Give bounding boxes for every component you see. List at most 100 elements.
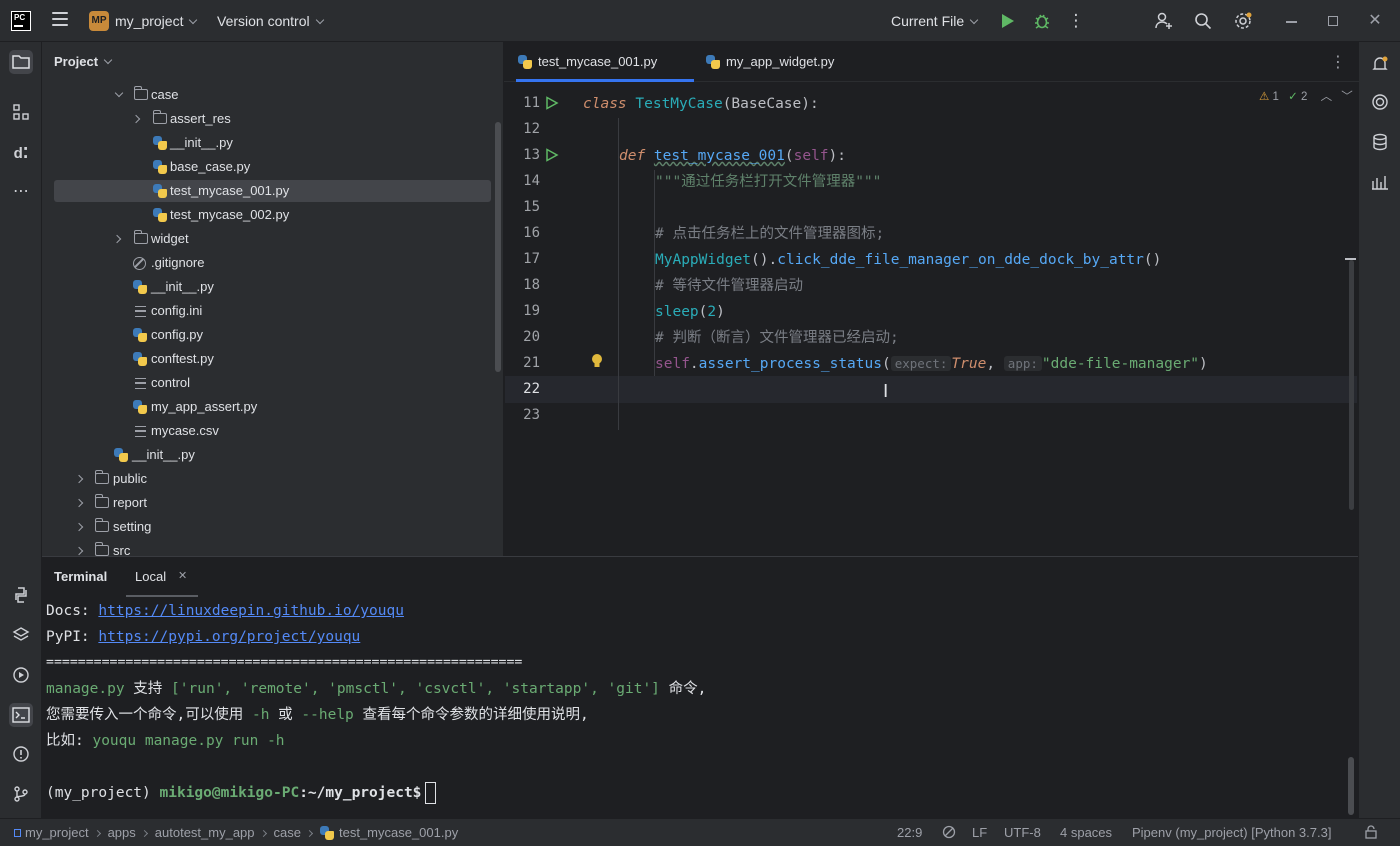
tree-item-config-py[interactable]: config.py	[132, 324, 492, 346]
code-line-14[interactable]: """通过任务栏打开文件管理器"""	[655, 169, 881, 195]
problems-icon	[13, 746, 29, 762]
main-menu-icon[interactable]	[52, 12, 68, 28]
layers-button[interactable]	[9, 623, 33, 647]
debug-button[interactable]	[1031, 10, 1053, 32]
project-tool-button[interactable]	[9, 50, 33, 74]
code-line-19[interactable]: sleep(2)	[655, 299, 725, 325]
folder-icon	[95, 518, 109, 532]
notifications-button[interactable]	[1368, 52, 1392, 76]
services-button[interactable]	[9, 663, 33, 687]
close-button[interactable]: ✕	[1364, 10, 1386, 32]
structure-tool-button[interactable]	[9, 100, 33, 124]
project-panel-title[interactable]: Project	[54, 54, 113, 69]
project-badge[interactable]: MP	[89, 11, 109, 31]
tab-local[interactable]: Local ✕	[126, 561, 198, 597]
settings-button[interactable]	[1232, 10, 1254, 32]
tab-terminal[interactable]: Terminal	[54, 569, 107, 584]
git-button[interactable]	[9, 782, 33, 806]
tree-item-test-mycase-002[interactable]: test_mycase_002.py	[151, 204, 491, 226]
project-panel: Project case assert_res __init__.py base…	[42, 42, 503, 556]
code-line-18[interactable]: # 等待文件管理器启动	[655, 273, 803, 299]
tree-item-init-py[interactable]: __init__.py	[151, 132, 491, 154]
breadcrumb-item[interactable]: apps	[108, 825, 136, 840]
close-icon[interactable]: ✕	[178, 569, 187, 582]
lightbulb-icon[interactable]	[590, 353, 604, 369]
tree-item-label: test_mycase_002.py	[170, 207, 290, 222]
tree-item-src[interactable]: src	[74, 540, 494, 556]
run-gutter-icon[interactable]	[545, 96, 559, 110]
tab-test-mycase-001[interactable]: test_mycase_001.py	[516, 42, 694, 82]
tree-item-init-py[interactable]: __init__.py	[132, 276, 492, 298]
indent-setting[interactable]: 4 spaces	[1060, 825, 1112, 840]
minimize-button[interactable]	[1280, 10, 1302, 32]
gear-icon	[1235, 12, 1252, 29]
tree-item-init-py[interactable]: __init__.py	[113, 444, 493, 466]
docs-link[interactable]: https://linuxdeepin.github.io/youqu	[98, 603, 404, 619]
maximize-button[interactable]	[1322, 10, 1344, 32]
more-actions-button[interactable]: ⋮	[1065, 10, 1087, 32]
tree-item-case[interactable]: case	[112, 84, 492, 106]
python-console-button[interactable]	[9, 583, 33, 607]
vcs-status[interactable]	[1364, 825, 1378, 842]
python-packages-button[interactable]: d⁚	[9, 142, 33, 166]
project-scrollbar[interactable]	[495, 122, 501, 372]
terminal-scrollbar[interactable]	[1348, 757, 1354, 815]
code-line-17[interactable]: MyAppWidget().click_dde_file_manager_on_…	[655, 247, 1161, 273]
code-line-21[interactable]: self.assert_process_status(expect: True, …	[655, 351, 1208, 377]
chevron-up-icon[interactable]: ︿	[1321, 91, 1333, 103]
inspection-widget[interactable]: ⚠ 1 ✓ 2 ︿ ﹀	[1259, 88, 1353, 104]
code-line-16[interactable]: # 点击任务栏上的文件管理器图标;	[655, 221, 884, 247]
tree-item-report[interactable]: report	[74, 492, 494, 514]
warning-count: 1	[1272, 91, 1279, 103]
project-switcher[interactable]: my_project	[115, 13, 198, 29]
python-file-icon	[133, 352, 147, 366]
tree-item-conftest[interactable]: conftest.py	[132, 348, 492, 370]
tree-item-control[interactable]: control	[132, 372, 492, 394]
tree-item-base-case[interactable]: base_case.py	[151, 156, 491, 178]
status-bar: my_project apps autotest_my_app case test_my…	[0, 818, 1400, 846]
code-line-11[interactable]: class TestMyCase(BaseCase):	[583, 91, 819, 117]
ai-assistant-button[interactable]	[1368, 90, 1392, 114]
tree-item-public[interactable]: public	[74, 468, 494, 490]
code-line-13[interactable]: def test_mycase_001(self):	[619, 143, 846, 169]
pypi-link[interactable]: https://pypi.org/project/youqu	[98, 629, 360, 645]
tree-item-my-app-assert[interactable]: my_app_assert.py	[132, 396, 492, 418]
vcs-menu[interactable]: Version control	[217, 13, 324, 29]
python-interpreter[interactable]: Pipenv (my_project) [Python 3.7.3]	[1132, 825, 1331, 840]
database-button[interactable]	[1368, 130, 1392, 154]
tree-item-mycase-csv[interactable]: mycase.csv	[132, 420, 492, 442]
terminal-prompt[interactable]: (my_project) mikigo@mikigo-PC:~/my_proje…	[46, 780, 437, 806]
tree-item-gitignore[interactable]: .gitignore	[132, 252, 492, 274]
more-vertical-icon: ⋮	[1067, 11, 1085, 30]
readonly-toggle[interactable]	[942, 825, 956, 842]
run-config-selector[interactable]: Current File	[891, 13, 979, 29]
editor-scrollbar[interactable]	[1349, 260, 1354, 510]
tab-my-app-widget[interactable]: my_app_widget.py	[706, 42, 856, 82]
file-encoding[interactable]: UTF-8	[1004, 825, 1041, 840]
sciview-button[interactable]	[1368, 170, 1392, 194]
breadcrumb-item[interactable]: autotest_my_app	[155, 825, 255, 840]
breadcrumb-item[interactable]: my_project	[25, 825, 89, 840]
terminal-tool-button[interactable]	[9, 703, 33, 727]
chevron-down-icon[interactable]: ﹀	[1341, 91, 1353, 103]
tree-item-config-ini[interactable]: config.ini	[132, 300, 492, 322]
more-tabs-button[interactable]: ⋮	[1330, 52, 1346, 72]
breadcrumb-item[interactable]: test_mycase_001.py	[339, 825, 458, 840]
add-user-button[interactable]	[1153, 10, 1175, 32]
run-button[interactable]	[996, 10, 1018, 32]
search-button[interactable]	[1192, 10, 1214, 32]
breadcrumb-item[interactable]: case	[274, 825, 301, 840]
tree-item-assert-res[interactable]: assert_res	[131, 108, 491, 130]
line-separator[interactable]: LF	[972, 825, 987, 840]
pycharm-logo-icon[interactable]: PC	[11, 11, 31, 31]
text-file-icon	[135, 306, 146, 317]
run-gutter-icon[interactable]	[545, 148, 559, 162]
problems-button[interactable]	[9, 742, 33, 766]
tree-item-setting[interactable]: setting	[74, 516, 494, 538]
tree-item-widget[interactable]: widget	[112, 228, 492, 250]
caret-position[interactable]: 22:9	[897, 825, 922, 840]
code-line-20[interactable]: # 判断（断言）文件管理器已经启动;	[655, 325, 899, 351]
more-tools-button[interactable]: ⋯	[9, 180, 33, 204]
python-file-icon	[706, 55, 720, 69]
tree-item-test-mycase-001[interactable]: test_mycase_001.py	[54, 180, 491, 202]
